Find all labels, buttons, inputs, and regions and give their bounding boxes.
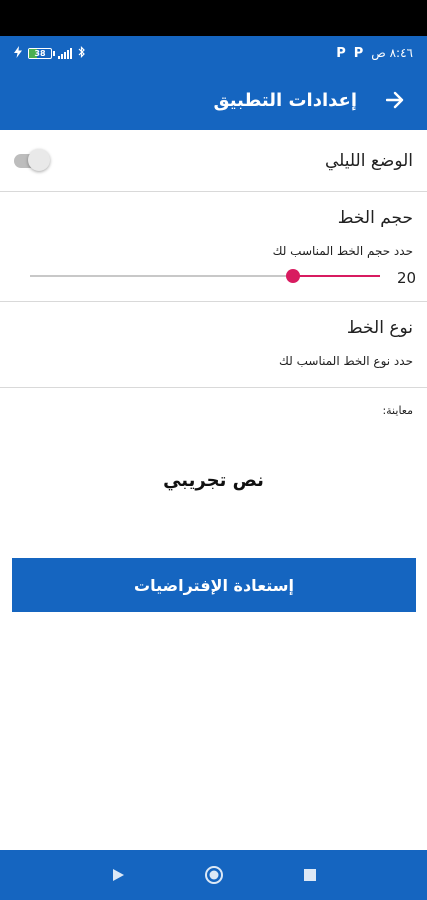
font-size-title: حجم الخط bbox=[337, 208, 413, 228]
font-size-subtitle: حدد حجم الخط المناسب لك bbox=[272, 244, 413, 258]
notification-p-icon: P bbox=[353, 45, 364, 61]
nav-back-icon[interactable] bbox=[106, 863, 130, 887]
app-bar: إعدادات التطبيق bbox=[0, 70, 427, 130]
font-type-section[interactable]: نوع الخط حدد نوع الخط المناسب لك bbox=[0, 302, 427, 388]
font-size-value: 20 bbox=[397, 269, 417, 287]
arrow-right-icon[interactable] bbox=[383, 88, 407, 112]
preview-label: معاينة: bbox=[382, 404, 413, 417]
battery-icon: 38 bbox=[28, 47, 55, 59]
night-mode-label: الوضع الليلي bbox=[324, 150, 413, 171]
font-size-section: حجم الخط حدد حجم الخط المناسب لك bbox=[0, 192, 427, 302]
font-type-subtitle: حدد نوع الخط المناسب لك bbox=[279, 354, 413, 368]
nav-recents-icon[interactable] bbox=[298, 863, 322, 887]
night-mode-toggle[interactable] bbox=[14, 148, 50, 171]
system-nav-bar bbox=[0, 850, 427, 900]
slider-fill bbox=[292, 275, 380, 277]
signal-icon bbox=[58, 47, 72, 59]
preview-sample-text: نص تجريبي bbox=[163, 470, 264, 491]
camera-cutout-area bbox=[0, 0, 427, 36]
bluetooth-icon bbox=[78, 45, 86, 61]
clock: ٨:٤٦ ص bbox=[371, 46, 413, 60]
toggle-knob bbox=[28, 148, 50, 171]
font-type-title: نوع الخط bbox=[346, 318, 413, 338]
night-mode-row[interactable]: الوضع الليلي bbox=[0, 130, 427, 192]
slider-thumb[interactable] bbox=[285, 269, 300, 283]
nav-home-icon[interactable] bbox=[202, 863, 226, 887]
charging-icon bbox=[14, 45, 22, 61]
status-bar: 38 P P ٨:٤٦ ص bbox=[0, 36, 427, 70]
page-title: إعدادات التطبيق bbox=[213, 89, 357, 111]
notification-p-icon: P bbox=[336, 45, 346, 61]
restore-defaults-button[interactable]: إستعادة الإفتراضيات bbox=[12, 558, 416, 612]
font-size-slider[interactable] bbox=[30, 266, 380, 286]
